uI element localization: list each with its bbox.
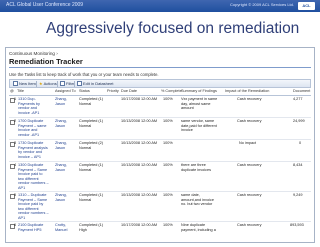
row-divider xyxy=(9,191,311,192)
grid-icon xyxy=(77,81,82,87)
task-title-link[interactable]: 1700 Duplicate Payment – same Invoice an… xyxy=(18,119,47,137)
row-divider xyxy=(9,117,311,118)
remediation-impact: Cash recovery xyxy=(237,193,262,197)
summary-of-findings: there are three duplicate invoices xyxy=(181,163,211,172)
status-priority: Completed (1) Normal xyxy=(79,97,104,106)
summary-of-findings: same vendor, same date,paid for differen… xyxy=(181,119,217,132)
due-date: 10/17/2008 12:00 AM xyxy=(121,97,158,101)
summary-of-findings: Vxx payment in same day, almost same amo… xyxy=(181,97,218,110)
task-title-link[interactable]: 2100 Duplicate Payment HP5 xyxy=(18,223,43,232)
row-number: 4 xyxy=(14,163,17,167)
acl-logo: ACL xyxy=(298,2,315,10)
row-divider xyxy=(9,221,311,222)
status-priority: Completed (2) Normal xyxy=(79,141,104,150)
actions-label: Actions xyxy=(43,81,57,86)
percent-complete: 100% xyxy=(163,163,173,167)
task-title-link[interactable]: 1300 Duplicate Payment – Same Invoice pa… xyxy=(18,163,49,190)
actions-menu-button[interactable]: ★Actions xyxy=(38,81,58,86)
funnel-icon xyxy=(60,81,65,87)
copyright-notice: Copyright © 2009 ACL Services Ltd. xyxy=(230,2,294,7)
summary-of-findings: same date, amount,and invoice no. but tw… xyxy=(181,193,214,206)
status-priority: Completed (1) Normal xyxy=(79,163,104,172)
row-number: 5 xyxy=(14,193,17,197)
column-header-title[interactable]: Title xyxy=(17,89,24,93)
due-date: 10/13/2008 12:00 AM xyxy=(121,119,158,123)
star-icon: ★ xyxy=(39,81,43,87)
assigned-to-link[interactable]: Zhang, Jason xyxy=(55,97,67,106)
task-title-link[interactable]: 1310 Dup- Payments by vendor and invoice… xyxy=(18,97,40,115)
toolbar-divider xyxy=(36,81,37,87)
due-date: 10/17/2008 12:00 AM xyxy=(121,223,158,227)
column-header-select[interactable]: @ xyxy=(10,89,14,93)
remediation-impact: Cash recovery xyxy=(237,97,262,101)
list-description: Use the Tasks list to keep track of work… xyxy=(9,72,159,77)
document-value: 8,434 xyxy=(293,163,303,167)
breadcrumb[interactable]: Continuous Monitoring › xyxy=(9,51,58,56)
remediation-impact: Cash recovery xyxy=(237,163,262,167)
row-number: 2 xyxy=(14,119,17,123)
status-priority: Completed (1) Normal xyxy=(79,119,104,128)
assigned-to-link[interactable]: Zhang, Jason xyxy=(55,193,67,202)
status-priority: Completed (1) High xyxy=(79,223,104,232)
summary-of-findings: Nine duplicate payment, including a xyxy=(181,223,216,232)
due-date: 10/13/2008 12:00 AM xyxy=(121,141,158,145)
percent-complete: 100% xyxy=(163,193,173,197)
conference-name: ACL Global User Conference 2009 xyxy=(6,2,84,8)
table-header: @ Title Assigned To Status Priority Due … xyxy=(9,89,311,96)
page-title: Remediation Tracker xyxy=(9,57,83,66)
edit-in-datasheet-button[interactable]: Edit in Datasheet xyxy=(76,81,114,87)
row-divider xyxy=(9,139,311,140)
percent-complete: 100% xyxy=(163,97,173,101)
due-date: 10/13/2008 12:00 AM xyxy=(121,163,158,167)
column-header-status[interactable]: Status xyxy=(79,89,90,93)
document-value: 24,999 xyxy=(293,119,305,123)
document-value: 9,249 xyxy=(293,193,303,197)
column-header-priority[interactable]: Priority xyxy=(107,89,119,93)
row-number: 3 xyxy=(14,141,17,145)
percent-complete: 100% xyxy=(163,141,173,145)
row-number: 6 xyxy=(14,223,17,227)
document-value: 893,593 xyxy=(290,223,304,227)
task-title-link[interactable]: 1730 Duplicate Payment analysis by vendo… xyxy=(18,141,48,159)
remediation-impact: Cash recovery xyxy=(237,119,262,123)
conference-header-bar: ACL Global User Conference 2009 Copyrigh… xyxy=(0,0,320,12)
list-toolbar: New Item ★Actions Filter Edit in Datashe… xyxy=(9,79,311,88)
column-header-summary[interactable]: Summary of Findings xyxy=(181,89,217,93)
slide-headline: Aggressively focused on remediation xyxy=(46,20,300,37)
column-header-document[interactable]: Document xyxy=(293,89,310,93)
status-priority: Completed (1) Normal xyxy=(79,193,104,202)
row-divider xyxy=(9,161,311,162)
row-number: 1 xyxy=(14,97,17,101)
toolbar-divider xyxy=(57,81,58,87)
assigned-to-link[interactable]: Zhang, Jason xyxy=(55,119,67,128)
document-value: 4,277 xyxy=(293,97,303,101)
column-header-impact[interactable]: Impact of the Remediation xyxy=(225,89,269,93)
assigned-to-link[interactable]: Zhang, Jason xyxy=(55,163,67,172)
remediation-tracker-panel: Continuous Monitoring › Remediation Trac… xyxy=(5,47,315,243)
due-date: 10/13/2008 12:00 AM xyxy=(121,193,158,197)
percent-complete: 100% xyxy=(163,119,173,123)
document-icon xyxy=(13,81,18,87)
percent-complete: 100% xyxy=(163,223,173,227)
new-item-button[interactable]: New Item xyxy=(12,81,37,87)
new-item-label: New Item xyxy=(19,81,36,86)
task-title-link[interactable]: 1310 – Duplicate Payment – Same Invoice … xyxy=(18,193,49,220)
edit-datasheet-label: Edit in Datasheet xyxy=(83,81,114,86)
column-header-due-date[interactable]: Due Date xyxy=(121,89,137,93)
assigned-to-link[interactable]: Zhang, Jason xyxy=(55,141,67,150)
toolbar-divider xyxy=(74,81,75,87)
remediation-impact: Cash recovery xyxy=(237,223,262,227)
column-header-complete[interactable]: % Complete xyxy=(161,89,182,93)
title-divider xyxy=(9,67,311,68)
column-header-assigned-to[interactable]: Assigned To xyxy=(55,89,76,93)
document-value: 0 xyxy=(299,141,302,145)
assigned-to-link[interactable]: Crotty, Manuel xyxy=(55,223,67,232)
remediation-impact: No impact xyxy=(239,141,257,145)
